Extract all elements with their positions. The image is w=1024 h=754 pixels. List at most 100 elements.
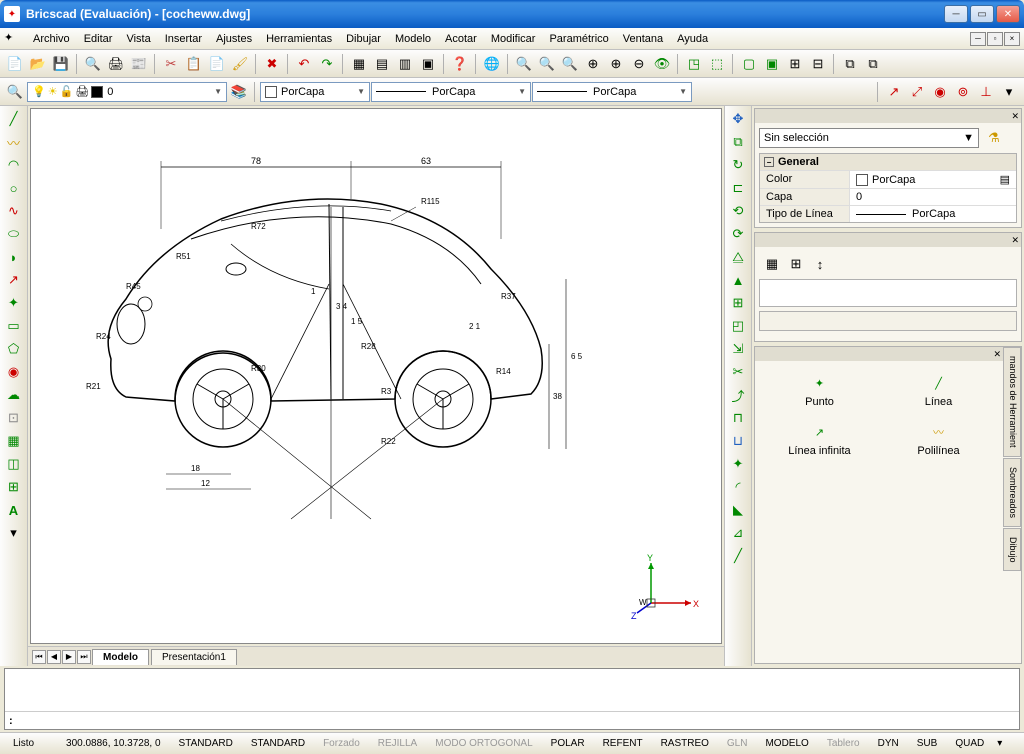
filter-icon[interactable]: ⚗ (983, 127, 1005, 149)
status-tablero[interactable]: Tablero (822, 738, 865, 749)
zoom-window-icon[interactable]: 🔍 (559, 53, 581, 75)
prop-group-general[interactable]: − General (760, 154, 1016, 170)
tab-next-icon[interactable]: ▶ (62, 650, 76, 664)
menu-archivo[interactable]: Archivo (26, 31, 77, 47)
new-icon[interactable]: 📄 (4, 53, 26, 75)
tool-linea[interactable]: ╱ Línea (882, 369, 995, 412)
3d-icon[interactable]: ⬚ (706, 53, 728, 75)
explode-tool-icon[interactable]: ✦ (727, 453, 749, 475)
explorer-icon[interactable]: ▤ (371, 53, 393, 75)
open-icon[interactable]: 📂 (27, 53, 49, 75)
plot-icon[interactable]: 📰 (128, 53, 150, 75)
tab-model[interactable]: Modelo (92, 649, 149, 665)
menu-parametrico[interactable]: Paramétrico (542, 31, 615, 47)
snap-endpoint-icon[interactable]: ↗ (883, 81, 905, 103)
vport2-icon[interactable]: ▣ (761, 53, 783, 75)
match-icon[interactable]: 🖌 (229, 53, 251, 75)
status-rastreo[interactable]: RASTREO (656, 738, 714, 749)
stretch-tool-icon[interactable]: ⇲ (727, 338, 749, 360)
status-dyn[interactable]: DYN (873, 738, 904, 749)
layer-dropdown[interactable]: 💡 ☀ 🔓 🖨 0 ▼ (27, 82, 227, 102)
tool-punto[interactable]: ✦ Punto (763, 369, 876, 412)
snap-node-icon[interactable]: ⊚ (952, 81, 974, 103)
fillet-tool-icon[interactable]: ◜ (727, 476, 749, 498)
zoom-extents-icon[interactable]: ⊕ (582, 53, 604, 75)
rotate3d2-tool-icon[interactable]: ⟳ (727, 223, 749, 245)
delete-icon[interactable]: ✖ (261, 53, 283, 75)
ellipse-tool-icon[interactable]: ⬭ (3, 223, 25, 245)
hatch-tool-icon[interactable]: ▦ (3, 430, 25, 452)
dropdown-icon[interactable]: ▾ (3, 522, 25, 544)
mirror3d-tool-icon[interactable]: ▲ (727, 269, 749, 291)
minimize-button[interactable]: ─ (944, 5, 968, 23)
revcloud-tool-icon[interactable]: ☁ (3, 384, 25, 406)
cascade-icon[interactable]: ⧉ (862, 53, 884, 75)
eye-icon[interactable]: 👁 (651, 53, 673, 75)
join-tool-icon[interactable]: ⊔ (727, 430, 749, 452)
region-tool-icon[interactable]: ◫ (3, 453, 25, 475)
status-coords[interactable]: 300.0886, 10.3728, 0 (61, 738, 166, 749)
layer-btn2-icon[interactable]: ⊞ (785, 253, 807, 275)
status-std2[interactable]: STANDARD (246, 738, 310, 749)
tool-polilinea[interactable]: 〰 Polilínea (882, 418, 995, 461)
snap-mid-icon[interactable]: ⤢ (906, 81, 928, 103)
rect-tool-icon[interactable]: ▭ (3, 315, 25, 337)
array-tool-icon[interactable]: ⊞ (727, 292, 749, 314)
text-tool-icon[interactable]: A (3, 499, 25, 521)
menu-editar[interactable]: Editar (77, 31, 120, 47)
zoom-realtime-icon[interactable]: 🔍 (513, 53, 535, 75)
print-icon[interactable]: 🖨 (105, 53, 127, 75)
status-arrow-icon[interactable]: ▾ (997, 738, 1002, 749)
copy-icon[interactable]: 📋 (183, 53, 205, 75)
snap-center-icon[interactable]: ◉ (929, 81, 951, 103)
copy-tool-icon[interactable]: ⧉ (727, 131, 749, 153)
menu-acotar[interactable]: Acotar (438, 31, 484, 47)
line-tool-icon[interactable]: ╱ (3, 108, 25, 130)
command-window[interactable]: : (4, 668, 1020, 730)
menu-dibujar[interactable]: Dibujar (339, 31, 388, 47)
donut-tool-icon[interactable]: ◉ (3, 361, 25, 383)
maximize-button[interactable]: ▭ (970, 5, 994, 23)
redo-icon[interactable]: ↷ (316, 53, 338, 75)
polyline-tool-icon[interactable]: 〰 (3, 131, 25, 153)
mdi-close[interactable]: × (1004, 32, 1020, 46)
layers-icon[interactable]: ▦ (348, 53, 370, 75)
offset-tool-icon[interactable]: ⊏ (727, 177, 749, 199)
tab-layout1[interactable]: Presentación1 (151, 649, 237, 665)
panel-close-icon[interactable]: ✕ (1011, 111, 1019, 122)
zoom-all-icon[interactable]: ⊕ (605, 53, 627, 75)
status-polar[interactable]: POLAR (546, 738, 590, 749)
lineweight-dropdown[interactable]: PorCapa ▼ (532, 82, 692, 102)
zoom-prev-icon[interactable]: ⊖ (628, 53, 650, 75)
tool-xline[interactable]: ↗ Línea infinita (763, 418, 876, 461)
properties-icon[interactable]: ▥ (394, 53, 416, 75)
command-input[interactable] (17, 715, 1015, 727)
menu-ajustes[interactable]: Ajustes (209, 31, 259, 47)
menu-insertar[interactable]: Insertar (158, 31, 209, 47)
extend-tool-icon[interactable]: ⤴ (727, 384, 749, 406)
status-ortho[interactable]: MODO ORTOGONAL (430, 738, 537, 749)
earc-tool-icon[interactable]: ◗ (3, 246, 25, 268)
status-gln[interactable]: GLN (722, 738, 753, 749)
ucs-icon[interactable]: ◳ (683, 53, 705, 75)
menu-modelo[interactable]: Modelo (388, 31, 438, 47)
arc-tool-icon[interactable]: ◠ (3, 154, 25, 176)
mdi-minimize[interactable]: ─ (970, 32, 986, 46)
vport3-icon[interactable]: ⊞ (784, 53, 806, 75)
drawing-canvas[interactable]: 78 63 (30, 108, 722, 644)
help-icon[interactable]: ❓ (449, 53, 471, 75)
prop-row-linetype[interactable]: Tipo de Línea PorCapa (760, 205, 1016, 222)
side-tab-sombreados[interactable]: Sombreados (1003, 458, 1021, 527)
save-icon[interactable]: 💾 (50, 53, 72, 75)
vport1-icon[interactable]: ▢ (738, 53, 760, 75)
tab-first-icon[interactable]: ⏮ (32, 650, 46, 664)
polygon-tool-icon[interactable]: ⬠ (3, 338, 25, 360)
status-forzado[interactable]: Forzado (318, 738, 365, 749)
paste-icon[interactable]: 📄 (206, 53, 228, 75)
chamfer-tool-icon[interactable]: ◣ (727, 499, 749, 521)
close-button[interactable]: ✕ (996, 5, 1020, 23)
prop-row-layer[interactable]: Capa 0 (760, 188, 1016, 205)
rotate3d-tool-icon[interactable]: ⟲ (727, 200, 749, 222)
spline-tool-icon[interactable]: ∿ (3, 200, 25, 222)
zoom-out-icon[interactable]: 🔍 (536, 53, 558, 75)
